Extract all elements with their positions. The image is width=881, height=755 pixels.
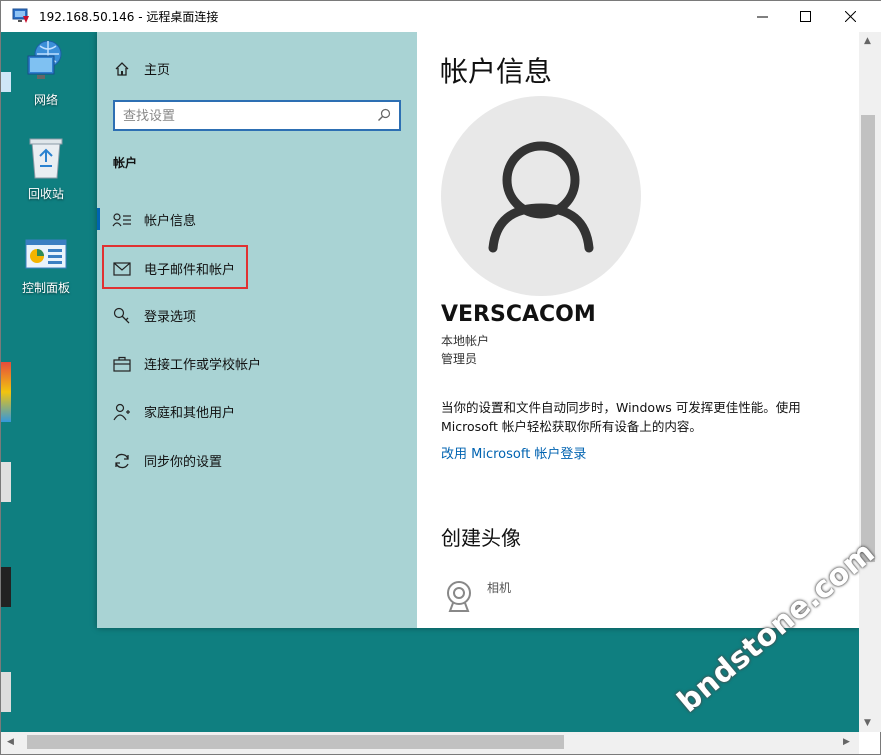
settings-content: 帐户信息 VERSCACOM 本地帐户 管理员 当你的设置和文件自动同步时，Wi… xyxy=(417,32,859,628)
sync-description: 当你的设置和文件自动同步时，Windows 可发挥更佳性能。使用 Microso… xyxy=(441,400,801,434)
maximize-icon xyxy=(799,11,811,22)
desktop-edge-icons xyxy=(1,72,11,92)
close-icon xyxy=(844,11,856,22)
sync-icon xyxy=(111,452,133,470)
nav-home[interactable]: 主页 xyxy=(111,59,170,78)
nav-account-info[interactable]: 帐户信息 xyxy=(111,210,196,229)
mail-icon xyxy=(111,260,133,278)
microsoft-account-link[interactable]: 改用 Microsoft 帐户登录 xyxy=(441,443,586,462)
avatar xyxy=(441,96,641,296)
nav-item-label: 同步你的设置 xyxy=(144,455,223,470)
close-button[interactable] xyxy=(827,1,873,32)
horizontal-scroll-thumb[interactable] xyxy=(27,735,564,749)
nav-sync-settings[interactable]: 同步你的设置 xyxy=(111,451,222,470)
window-title: 192.168.50.146 - 远程桌面连接 xyxy=(39,10,219,24)
camera-label[interactable]: 相机 xyxy=(487,579,511,596)
account-username: VERSCACOM xyxy=(441,302,596,327)
search-box[interactable] xyxy=(113,100,401,131)
home-icon xyxy=(111,60,133,78)
desktop-icon-recycle-bin[interactable]: 回收站 xyxy=(11,136,81,202)
minimize-button[interactable] xyxy=(739,1,785,32)
network-icon xyxy=(27,40,62,79)
desktop-edge-icons xyxy=(1,567,11,607)
page-title: 帐户信息 xyxy=(440,55,553,88)
nav-item-label: 登录选项 xyxy=(144,310,197,325)
nav-home-label: 主页 xyxy=(144,63,171,78)
scroll-up-icon[interactable]: ▲ xyxy=(864,36,871,46)
recycle-bin-icon xyxy=(29,138,63,179)
scroll-right-icon[interactable]: ▶ xyxy=(843,737,850,747)
nav-family-users[interactable]: 家庭和其他用户 xyxy=(111,402,235,421)
nav-item-label: 电子邮件和帐户 xyxy=(144,263,236,278)
nav-email-accounts[interactable]: 电子邮件和帐户 xyxy=(111,259,235,278)
settings-sidebar: 主页 帐户 帐户信息 xyxy=(97,32,417,628)
nav-work-school[interactable]: 连接工作或学校帐户 xyxy=(111,354,261,373)
account-role: 管理员 xyxy=(441,352,478,366)
vertical-scrollbar[interactable]: ▲ ▼ xyxy=(859,32,881,732)
desktop-icon-network[interactable]: 网络 xyxy=(11,38,81,108)
remote-desktop-window: 192.168.50.146 - 远程桌面连接 网络 回收站 控制面板 主页 查… xyxy=(0,0,881,755)
control-panel-icon xyxy=(25,239,67,269)
nav-item-label: 连接工作或学校帐户 xyxy=(144,358,262,373)
desktop-icon-control-panel[interactable]: 控制面板 xyxy=(11,238,81,296)
nav-item-label: 帐户信息 xyxy=(144,214,197,229)
scroll-down-icon[interactable]: ▼ xyxy=(864,718,871,728)
desktop-icon-label: 控制面板 xyxy=(21,281,70,295)
search-input[interactable] xyxy=(123,107,363,125)
horizontal-scrollbar[interactable]: ◀ ▶ xyxy=(1,732,859,754)
account-info-icon xyxy=(111,211,133,229)
desktop-icon-label: 回收站 xyxy=(27,187,64,201)
desktop-icon-label: 网络 xyxy=(33,93,58,107)
minimize-icon xyxy=(756,16,768,18)
key-icon xyxy=(111,307,133,325)
settings-window: 主页 帐户 帐户信息 xyxy=(97,32,859,628)
search-icon[interactable] xyxy=(377,108,391,122)
active-indicator xyxy=(97,208,100,230)
remote-desktop-app-icon xyxy=(12,8,29,23)
section-heading: 帐户 xyxy=(113,156,138,170)
desktop-edge-icons xyxy=(1,672,11,712)
create-avatar-heading: 创建头像 xyxy=(441,526,521,550)
title-bar[interactable]: 192.168.50.146 - 远程桌面连接 xyxy=(1,1,881,32)
add-person-icon xyxy=(111,403,133,421)
nav-sign-in-options[interactable]: 登录选项 xyxy=(111,306,196,325)
desktop-edge-icons xyxy=(1,362,11,422)
camera-icon[interactable] xyxy=(443,580,475,614)
maximize-button[interactable] xyxy=(782,1,828,32)
remote-desktop-area: 网络 回收站 控制面板 主页 查找设置 帐户 帐户信息 电子邮件和帐户 登录选项… xyxy=(1,32,859,732)
desktop-edge-icons xyxy=(1,462,11,502)
nav-item-label: 家庭和其他用户 xyxy=(144,406,236,421)
scroll-left-icon[interactable]: ◀ xyxy=(7,737,14,747)
account-type: 本地帐户 xyxy=(441,334,490,348)
briefcase-icon xyxy=(111,355,133,373)
user-icon xyxy=(488,141,594,253)
vertical-scroll-thumb[interactable] xyxy=(861,115,875,562)
